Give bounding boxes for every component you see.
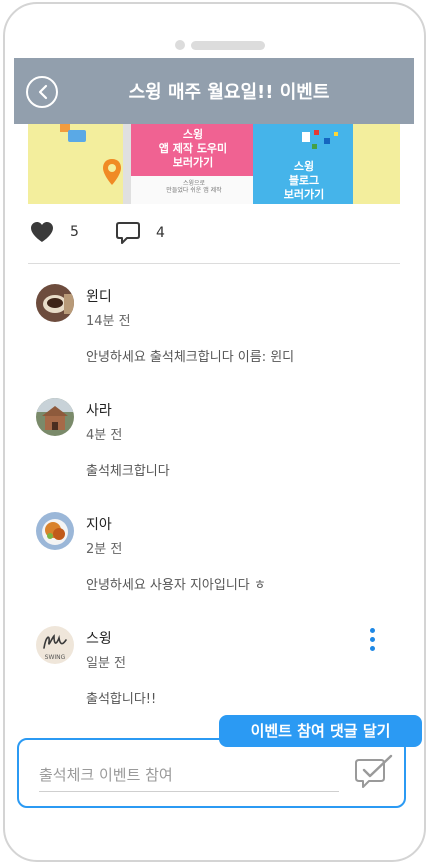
page-title: 스윙 매주 월요일!! 이벤트 xyxy=(128,82,330,103)
speech-bubble-icon xyxy=(116,222,140,244)
submit-comment-button[interactable] xyxy=(355,754,393,790)
avatar[interactable] xyxy=(36,512,74,550)
comment-text: 안녕하세요 사용자 지아입니다 ㅎ xyxy=(86,578,266,593)
swing-logo-avatar-icon: SWING xyxy=(36,626,74,664)
post-stats: 5 4 xyxy=(30,221,400,247)
avatar[interactable] xyxy=(36,284,74,322)
app-screen: 스윙 매주 월요일!! 이벤트 스윙 앱 제작 도우미 보러가기 스윙 블로그 … xyxy=(14,58,414,818)
speaker-grille xyxy=(191,41,265,50)
phone-mockup-edge xyxy=(123,124,131,204)
map-pin-icon xyxy=(103,159,121,185)
comment-composer xyxy=(17,738,406,808)
comment-text: 출석합니다!! xyxy=(86,692,157,707)
comment-input[interactable] xyxy=(39,758,339,792)
heart-icon xyxy=(31,222,53,242)
banner-app-helper-text: 스윙 앱 제작 도우미 보러가기 xyxy=(158,128,228,169)
banner-small-text: 스윙으로 만들었다 쉬운 앱 제작 xyxy=(166,180,222,194)
comment-text: 출석체크합니다 xyxy=(86,464,170,479)
avatar[interactable] xyxy=(36,398,74,436)
camera-dot xyxy=(175,40,185,50)
check-bubble-icon xyxy=(355,754,393,788)
confetti-icon xyxy=(302,130,338,149)
comment-author: 사라 xyxy=(86,403,112,419)
like-count: 5 xyxy=(70,224,79,240)
svg-text:SWING: SWING xyxy=(45,654,66,661)
divider xyxy=(28,263,400,264)
comment-stat[interactable]: 4 xyxy=(116,221,165,245)
event-participation-callout: 이벤트 참여 댓글 달기 xyxy=(219,715,422,747)
avatar[interactable]: SWING xyxy=(36,626,74,664)
like-stat[interactable]: 5 xyxy=(30,221,79,243)
event-banner-image[interactable]: 스윙 앱 제작 도우미 보러가기 스윙 블로그 보러가기 스윙으로 만들었다 쉬… xyxy=(28,124,400,204)
comment-time: 일분 전 xyxy=(86,656,127,671)
top-bar: 스윙 매주 월요일!! 이벤트 xyxy=(14,58,414,124)
house-avatar-icon xyxy=(36,398,74,436)
chevron-left-icon xyxy=(38,84,48,100)
coffee-cup-avatar-icon xyxy=(36,284,74,322)
comment-time: 2분 전 xyxy=(86,542,123,557)
back-button[interactable] xyxy=(26,76,58,108)
comment-text: 안녕하세요 출석체크합니다 이름: 윈디 xyxy=(86,350,295,365)
food-avatar-icon xyxy=(36,512,74,550)
more-options-icon[interactable] xyxy=(366,628,378,656)
comment-author: 윈디 xyxy=(86,289,112,305)
comment-time: 4분 전 xyxy=(86,428,123,443)
comment-count: 4 xyxy=(156,225,165,241)
banner-blog-text: 스윙 블로그 보러가기 xyxy=(283,160,325,201)
chat-bubble-icon xyxy=(68,130,86,142)
comment-time: 14분 전 xyxy=(86,314,131,329)
comment-item: 윈디 14분 전 안녕하세요 출석체크합니다 이름: 윈디 xyxy=(36,284,396,384)
comment-item: 지아 2분 전 안녕하세요 사용자 지아입니다 ㅎ xyxy=(36,512,396,612)
comment-item: 사라 4분 전 출석체크합니다 xyxy=(36,398,396,498)
comment-item: SWING 스윙 일분 전 출석합니다!! xyxy=(36,626,396,726)
comment-author: 지아 xyxy=(86,517,112,533)
comment-author: 스윙 xyxy=(86,631,112,647)
